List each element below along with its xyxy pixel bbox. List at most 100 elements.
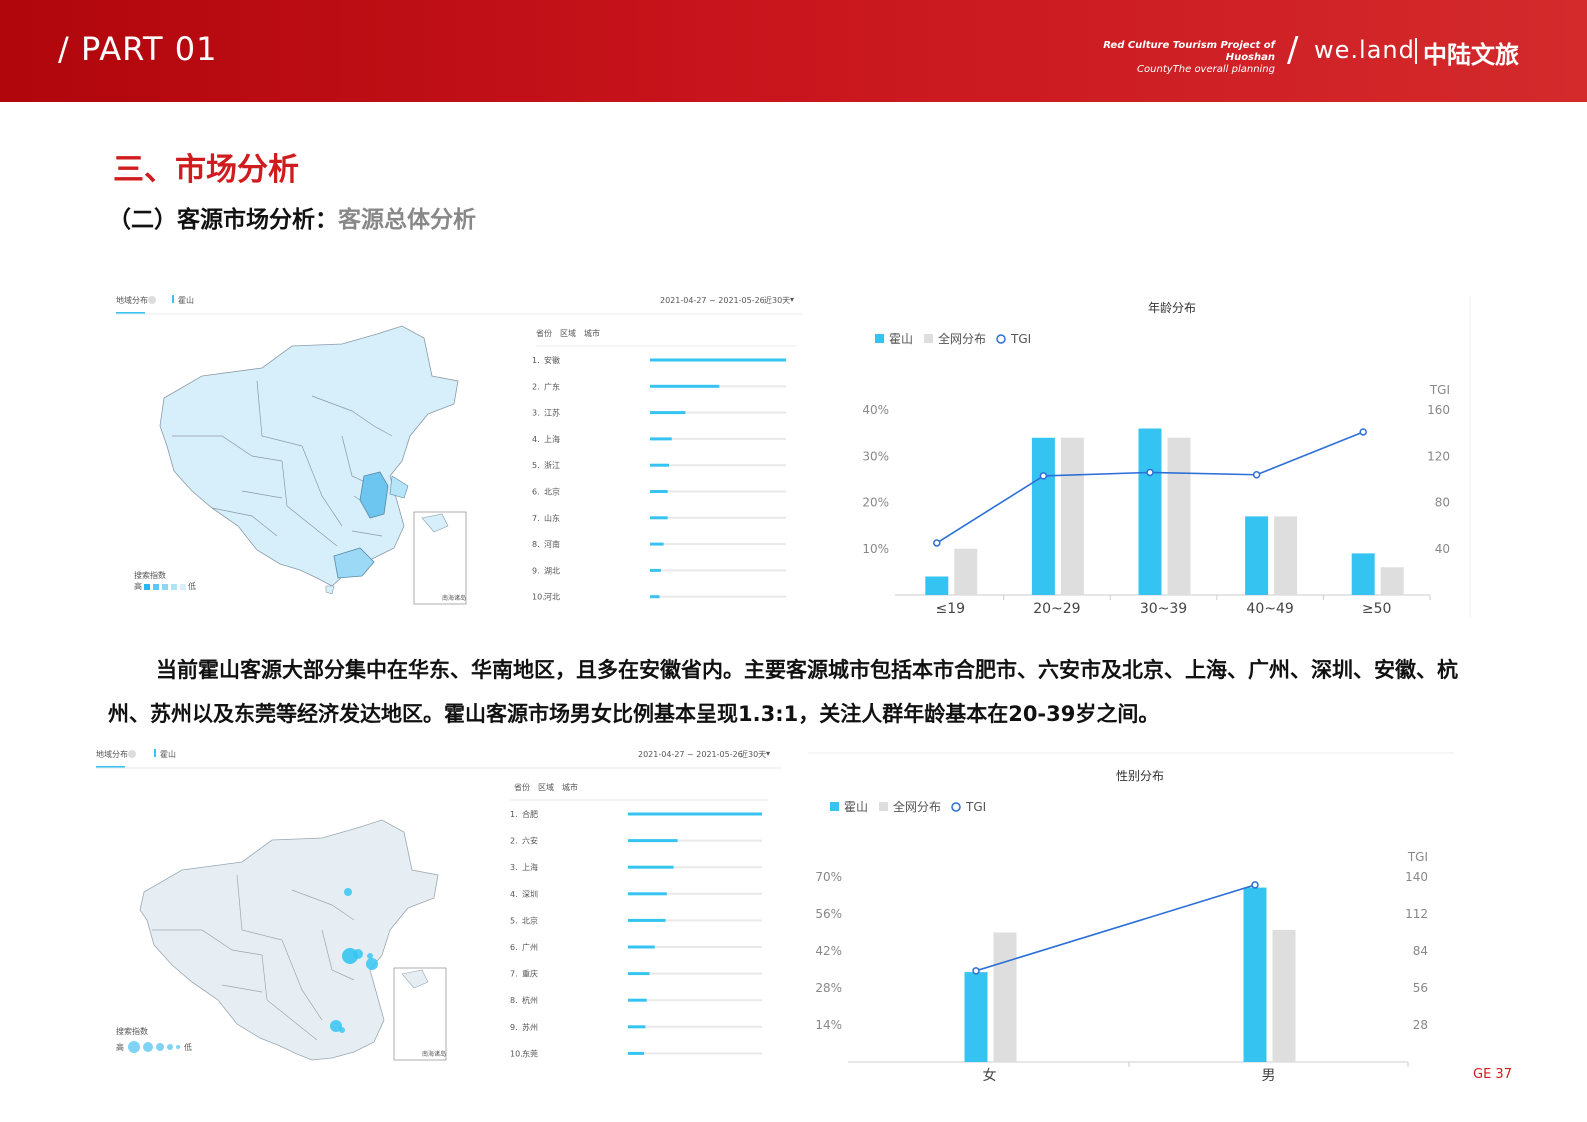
period-select[interactable]: 近30天 [740, 749, 766, 759]
x-tick-label: 20~29 [1033, 601, 1080, 617]
y-tick-label: 40% [862, 403, 889, 417]
help-icon[interactable] [148, 296, 156, 304]
rank-name: 苏州 [522, 1022, 538, 1032]
gender-chart-title: 性别分布 [1116, 769, 1164, 783]
project-caption: Red Culture Tourism Project of Huoshan C… [1055, 40, 1275, 76]
keyword-label: 霍山 [160, 749, 176, 759]
rank-name: 广州 [522, 942, 538, 952]
bar-huoshan[interactable] [1031, 437, 1055, 595]
bar-network[interactable] [954, 548, 978, 595]
bar-huoshan[interactable] [964, 972, 988, 1062]
x-tick-label: ≥50 [1362, 601, 1392, 617]
chevron-down-icon[interactable]: ▾ [766, 749, 770, 758]
rank-number: 3. [532, 409, 540, 418]
rank-number: 10. [510, 1049, 523, 1058]
col-province[interactable]: 省份 [536, 328, 552, 338]
bubble-shanghai[interactable] [366, 958, 378, 970]
bar-huoshan[interactable] [1351, 553, 1375, 595]
rank-name: 湖北 [544, 566, 560, 575]
rank-name: 重庆 [522, 969, 538, 979]
y2-tick-label: 84 [1413, 944, 1428, 958]
date-range[interactable]: 2021-04-27 ~ 2021-05-26 [660, 296, 765, 305]
bar-network[interactable] [993, 932, 1017, 1063]
inset-label: 南海诸岛 [442, 594, 466, 602]
age-legend: 霍山 全网分布 TGI [875, 331, 1031, 346]
legend-huoshan[interactable]: 霍山 [844, 800, 868, 814]
rank-number: 6. [510, 943, 518, 952]
rank-number: 9. [510, 1023, 518, 1032]
rank-bar [650, 516, 668, 520]
legend-tgi[interactable]: TGI [1010, 332, 1031, 346]
y2-tick-label: 120 [1427, 449, 1450, 463]
legend-huoshan[interactable]: 霍山 [889, 332, 913, 346]
tab-region[interactable]: 地域分布 [116, 295, 148, 305]
rank-bar [628, 1025, 646, 1029]
rank-number: 2. [510, 837, 518, 846]
page-subtitle: （二）客源市场分析：客源总体分析 [108, 200, 476, 234]
period-select[interactable]: 近30天 [764, 295, 790, 305]
project-line-1: Red Culture Tourism Project of Huoshan [1103, 40, 1275, 63]
bar-network[interactable] [1380, 567, 1404, 595]
x-tick-label: 女 [983, 1067, 997, 1084]
col-city[interactable]: 城市 [562, 782, 578, 792]
tgi-point[interactable] [1146, 468, 1154, 477]
legend-title: 搜索指数 [134, 570, 166, 580]
legend-network[interactable]: 全网分布 [893, 799, 941, 814]
bar-huoshan[interactable] [1138, 428, 1162, 596]
bar-network[interactable] [1167, 437, 1191, 595]
tab-region[interactable]: 地域分布 [96, 749, 128, 759]
legend-swatch-network [879, 802, 888, 811]
legend-network[interactable]: 全网分布 [938, 331, 986, 346]
bar-huoshan[interactable] [1245, 516, 1269, 595]
rank-bar [650, 490, 668, 493]
bar-huoshan[interactable] [1243, 887, 1267, 1062]
x-tick-label: 男 [1262, 1068, 1276, 1084]
col-province[interactable]: 省份 [514, 782, 530, 792]
y2-tick-label: 112 [1405, 907, 1428, 921]
rank-bar-track [628, 1025, 762, 1028]
col-region[interactable]: 区域 [538, 782, 554, 792]
date-range[interactable]: 2021-04-27 ~ 2021-05-26 [638, 750, 743, 759]
chevron-down-icon[interactable]: ▾ [790, 295, 794, 304]
rank-bar-track [628, 1052, 762, 1055]
rank-bar [650, 411, 686, 415]
tgi-point[interactable] [1039, 472, 1048, 480]
rank-name: 河北 [544, 592, 560, 602]
tgi-line [975, 884, 1256, 972]
rank-number: 7. [532, 514, 540, 523]
col-city[interactable]: 城市 [584, 328, 600, 338]
legend-low: 低 [188, 581, 196, 591]
tgi-point[interactable] [933, 539, 941, 547]
rank-name: 江苏 [544, 408, 560, 418]
tgi-point[interactable] [972, 967, 980, 975]
y-tick-label: 10% [862, 542, 889, 556]
tgi-point[interactable] [1251, 881, 1259, 889]
x-tick-label: ≤19 [936, 601, 966, 617]
rank-bar-track [650, 595, 786, 598]
tgi-point[interactable] [1359, 428, 1367, 436]
legend-low: 低 [184, 1042, 192, 1052]
rank-name: 北京 [522, 915, 538, 925]
subtitle-grey: 客源总体分析 [338, 207, 476, 233]
legend-tgi[interactable]: TGI [965, 800, 986, 814]
rank-number: 8. [532, 540, 540, 549]
rank-bar-track [628, 999, 762, 1002]
rank-number: 8. [510, 996, 518, 1005]
rank-number: 6. [532, 488, 540, 497]
col-region[interactable]: 区域 [560, 328, 576, 338]
tgi-point[interactable] [1252, 471, 1261, 479]
rank-name: 六安 [522, 836, 538, 846]
rank-number: 5. [510, 916, 518, 925]
rank-name: 深圳 [522, 889, 538, 899]
bar-network[interactable] [1274, 516, 1298, 595]
bubble-beijing[interactable] [344, 888, 352, 896]
bar-huoshan[interactable] [925, 576, 949, 596]
y2-tick-label: 140 [1405, 870, 1428, 884]
rank-bar [650, 568, 661, 572]
age-chart-svg: 年龄分布 霍山 全网分布 TGI 10% 20% 30% 40% 40 80 120 160 T… [862, 297, 1471, 617]
help-icon[interactable] [128, 750, 136, 758]
bar-network[interactable] [1060, 437, 1084, 595]
bar-network[interactable] [1272, 929, 1296, 1062]
rank-name: 东莞 [522, 1048, 538, 1058]
rank-number: 7. [510, 970, 518, 979]
